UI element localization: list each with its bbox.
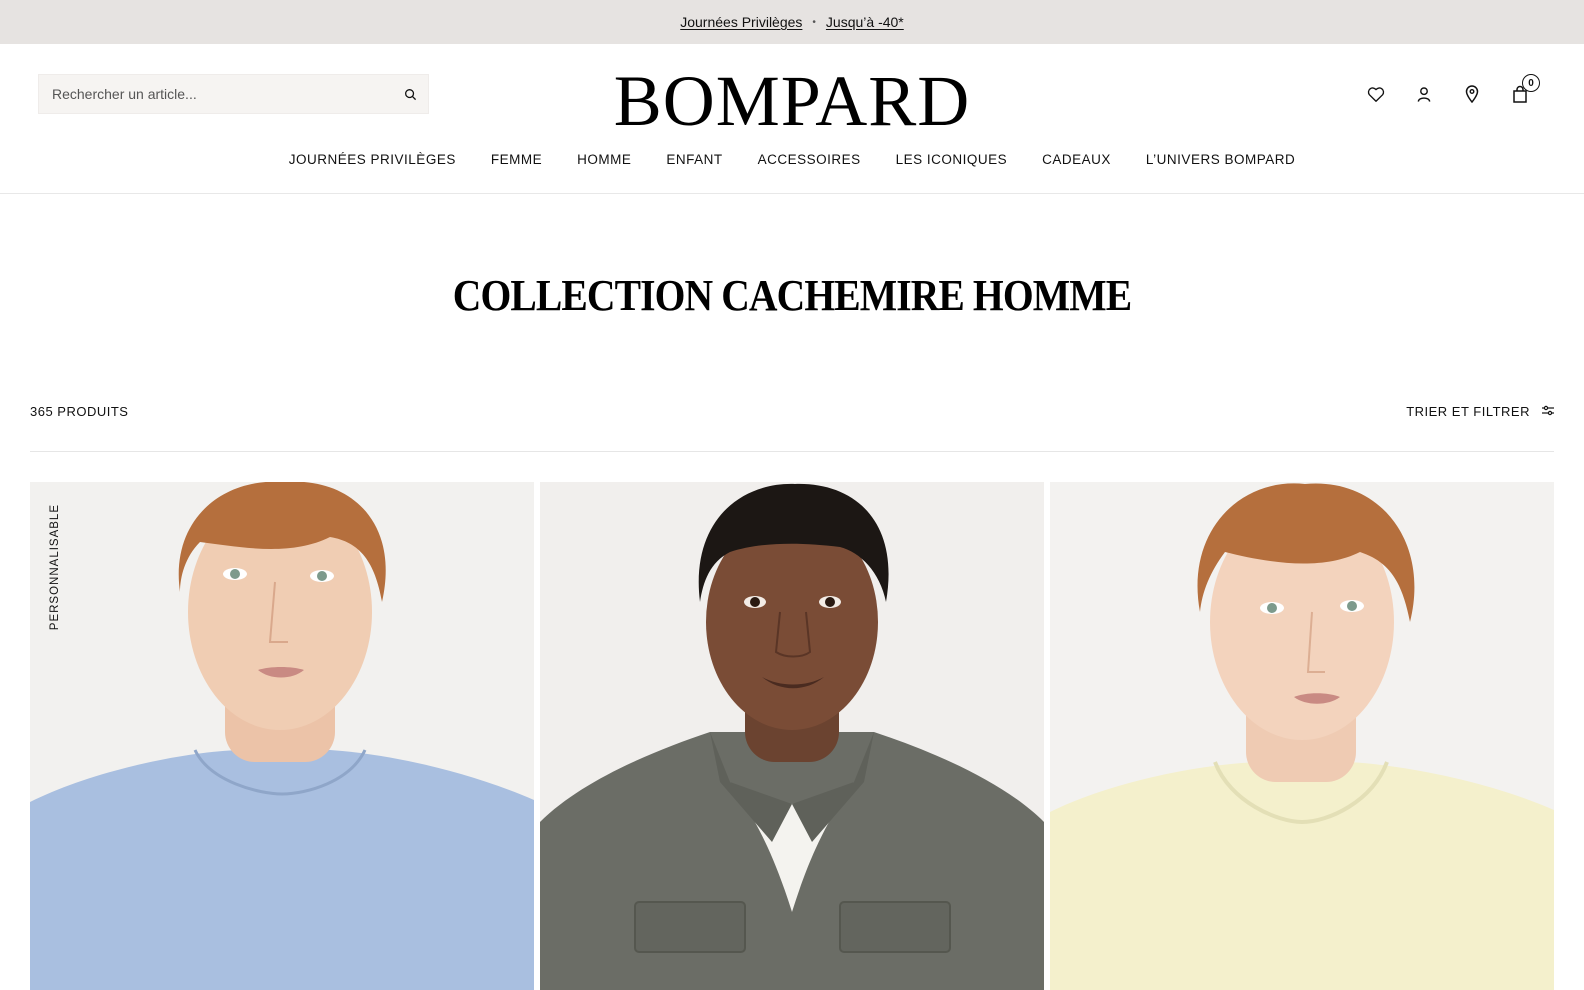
promo-separator: • xyxy=(812,16,816,28)
user-icon[interactable] xyxy=(1400,80,1448,108)
location-pin-icon[interactable] xyxy=(1448,80,1496,108)
nav-item-femme[interactable]: FEMME xyxy=(491,152,542,176)
shopping-bag-icon[interactable]: 0 xyxy=(1496,74,1544,108)
promo-link-privileges[interactable]: Journées Privilèges xyxy=(680,14,802,30)
heart-icon[interactable] xyxy=(1352,80,1400,108)
product-card[interactable] xyxy=(1050,482,1554,990)
main-nav: JOURNÉES PRIVILÈGES FEMME HOMME ENFANT A… xyxy=(0,152,1584,176)
filter-sliders-icon xyxy=(1542,404,1554,419)
nav-item-les-iconiques[interactable]: LES ICONIQUES xyxy=(896,152,1008,176)
nav-item-journees-privileges[interactable]: JOURNÉES PRIVILÈGES xyxy=(289,152,456,176)
nav-item-enfant[interactable]: ENFANT xyxy=(666,152,722,176)
product-count: 365 PRODUITS xyxy=(30,404,129,419)
product-image xyxy=(1050,482,1554,990)
promo-link-discount[interactable]: Jusqu’à -40* xyxy=(826,14,904,30)
product-image xyxy=(30,482,534,990)
nav-item-accessoires[interactable]: ACCESSOIRES xyxy=(758,152,861,176)
page-title: COLLECTION CACHEMIRE HOMME xyxy=(452,271,1132,320)
search-box xyxy=(38,74,429,114)
personalizable-badge: PERSONNALISABLE xyxy=(49,504,61,631)
listing-toolbar: 365 PRODUITS TRIER ET FILTRER xyxy=(30,398,1554,452)
product-card[interactable]: PERSONNALISABLE xyxy=(30,482,534,990)
nav-item-homme[interactable]: HOMME xyxy=(577,152,631,176)
product-grid: PERSONNALISABLE xyxy=(30,482,1554,990)
brand-logo[interactable]: BOMPARD xyxy=(560,64,1024,138)
header-icons: 0 xyxy=(1352,74,1544,108)
product-image xyxy=(540,482,1044,990)
product-card[interactable] xyxy=(540,482,1044,990)
site-header: BOMPARD 0 JOURNÉES PRIVILÈGES FEMME HOMM… xyxy=(0,44,1584,194)
nav-item-univers-bompard[interactable]: L’UNIVERS BOMPARD xyxy=(1146,152,1295,176)
nav-item-cadeaux[interactable]: CADEAUX xyxy=(1042,152,1111,176)
sort-filter-button[interactable]: TRIER ET FILTRER xyxy=(1406,398,1554,419)
cart-count-badge: 0 xyxy=(1522,74,1540,92)
promo-bar: Journées Privilèges • Jusqu’à -40* xyxy=(0,0,1584,44)
search-input[interactable] xyxy=(39,75,392,113)
search-icon[interactable] xyxy=(392,75,428,113)
sort-filter-label: TRIER ET FILTRER xyxy=(1406,404,1530,419)
